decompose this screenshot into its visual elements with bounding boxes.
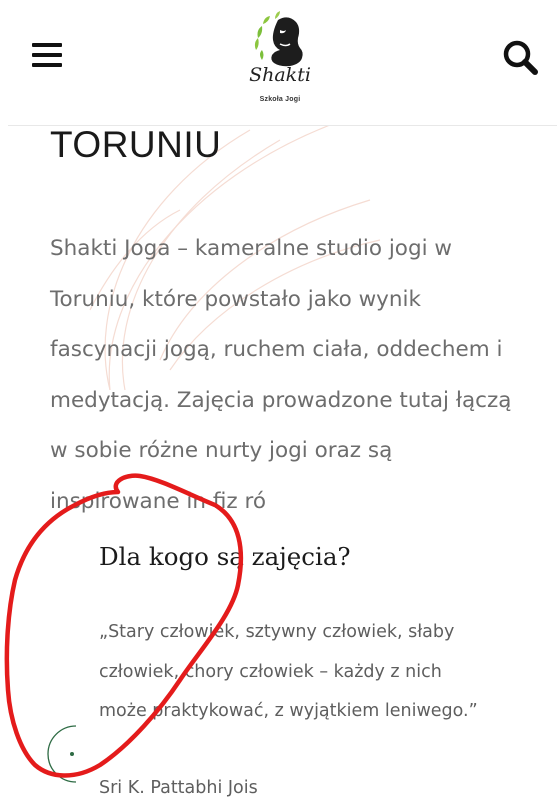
card-quote: „Stary człowiek, sztywny człowiek, słaby…: [99, 622, 478, 721]
intro-text: Shakti Joga – kameralne studio jogi w To…: [50, 236, 512, 514]
header-divider: [8, 125, 557, 126]
page-heading: TORUNIU: [50, 124, 222, 165]
logo-name: Shakti: [249, 64, 311, 86]
audience-card: Dla kogo są zajęcia? „Stary człowiek, sz…: [77, 520, 557, 810]
logo-figure-icon: [254, 11, 303, 67]
search-button[interactable]: [500, 38, 540, 78]
search-icon: [503, 40, 538, 75]
card-title: Dla kogo są zajęcia?: [99, 542, 351, 571]
site-logo[interactable]: Shakti Szkoła Jogi: [240, 8, 320, 108]
hamburger-icon: [32, 43, 62, 47]
quote-author: Sri K. Pattabhi Jois: [99, 778, 258, 798]
menu-button[interactable]: [30, 40, 64, 70]
logo-subtitle: Szkoła Jogi: [259, 96, 301, 103]
site-header: Shakti Szkoła Jogi: [0, 0, 557, 125]
